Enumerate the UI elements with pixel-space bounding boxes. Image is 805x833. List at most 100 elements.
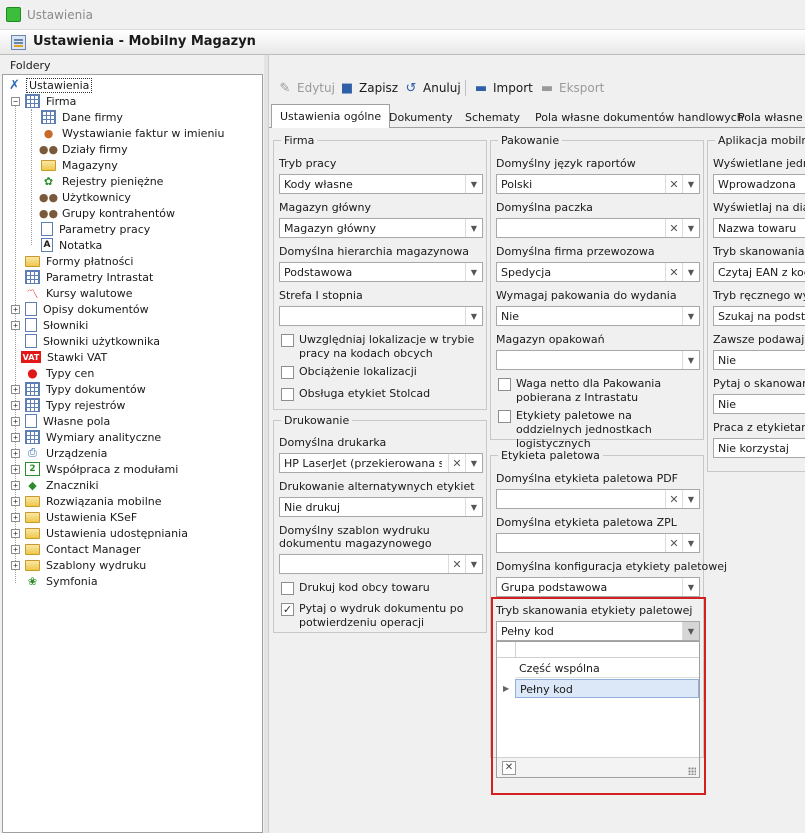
tree-item-symfonia[interactable]: ❀ Symfonia [25, 573, 100, 589]
chevron-down-icon[interactable]: ▼ [682, 490, 699, 508]
tab-pola-wlasne-d[interactable]: Pola własne d [730, 106, 805, 128]
chevron-down-icon[interactable]: ▼ [465, 307, 482, 325]
tree-item-opisy-dokumentow[interactable]: + Opisy dokumentów [11, 301, 151, 317]
folders-tree[interactable]: ✗ Ustawienia − Firma Dane firmy ● Wystaw… [2, 74, 263, 833]
clear-icon[interactable]: ✕ [448, 454, 465, 472]
tree-item-stawki-vat[interactable]: VAT Stawki VAT [21, 349, 109, 365]
clear-icon[interactable]: ✕ [665, 490, 682, 508]
collapse-icon[interactable]: − [11, 96, 20, 106]
clear-icon[interactable]: ✕ [665, 263, 682, 281]
expand-icon[interactable]: + [11, 480, 20, 490]
chevron-down-icon[interactable]: ▼ [465, 219, 482, 237]
tree-item-wlasne-pola[interactable]: + Własne pola [11, 413, 112, 429]
clear-icon[interactable]: ✕ [665, 219, 682, 237]
tree-item-wymiary-analityczne[interactable]: + Wymiary analityczne [11, 429, 163, 445]
clear-icon[interactable]: ✕ [665, 534, 682, 552]
chevron-down-icon[interactable]: ▼ [682, 219, 699, 237]
tree-item-contact-manager[interactable]: + Contact Manager [11, 541, 143, 557]
tree-item-grupy-kontrahentow[interactable]: ●● Grupy kontrahentów [39, 205, 177, 221]
tree-item-parametry-intrastat[interactable]: Parametry Intrastat [25, 269, 155, 285]
chevron-down-icon[interactable]: ▼ [465, 263, 482, 281]
tryb-skanowania-kodu-combo[interactable]: Czytaj EAN z kodu [713, 262, 805, 282]
tree-item-slowniki[interactable]: + Słowniki [11, 317, 90, 333]
tree-item-urzadzenia[interactable]: + ⎙ Urządzenia [11, 445, 109, 461]
expand-icon[interactable]: + [11, 464, 20, 474]
checkmark-icon[interactable]: ✓ [281, 603, 294, 616]
tab-ustawienia-ogolne[interactable]: Ustawienia ogólne [271, 104, 391, 129]
etykieta-zpl-combo[interactable]: ✕ ▼ [496, 533, 700, 553]
tree-item-dane-firmy[interactable]: Dane firmy [41, 109, 125, 125]
expand-icon[interactable]: + [11, 528, 20, 538]
chevron-down-icon[interactable]: ▼ [682, 578, 699, 596]
kod-obcy-checkbox[interactable]: Drukuj kod obcy towaru [281, 581, 481, 595]
expand-icon[interactable]: + [11, 512, 20, 522]
tree-item-dzialy-firmy[interactable]: ●● Działy firmy [39, 141, 130, 157]
tryb-recznego-wyszukiwania-combo[interactable]: Szukaj na podstaw [713, 306, 805, 326]
cancel-button[interactable]: ↺ Anuluj [403, 79, 461, 97]
tree-item-ustawienia-udostepniania[interactable]: + Ustawienia udostępniania [11, 525, 190, 541]
tree-item-wspolpraca[interactable]: + 2 Współpraca z modułami [11, 461, 180, 477]
chevron-down-icon[interactable]: ▼ [682, 351, 699, 369]
firma-przewozowa-combo[interactable]: Spedycja ✕ ▼ [496, 262, 700, 282]
stolcad-checkbox[interactable]: Obsługa etykiet Stolcad [281, 387, 481, 401]
tree-item-typy-rejestrow[interactable]: + Typy rejestrów [11, 397, 127, 413]
import-button[interactable]: ▬ Import [473, 79, 533, 97]
tree-item-rejestry-pieniezne[interactable]: ✿ Rejestry pieniężne [41, 173, 165, 189]
expand-icon[interactable]: + [11, 384, 20, 394]
chevron-down-icon[interactable]: ▼ [465, 555, 482, 573]
tree-item-typy-cen[interactable]: ● Typy cen [25, 365, 96, 381]
clear-icon[interactable]: ✕ [448, 555, 465, 573]
drukarka-combo[interactable]: HP LaserJet (przekierowana ses... ✕ ▼ [279, 453, 483, 473]
chevron-down-icon[interactable]: ▼ [682, 534, 699, 552]
expand-icon[interactable]: + [11, 544, 20, 554]
waga-netto-checkbox[interactable]: Waga netto dla Pakowania pobierana z Int… [498, 377, 700, 405]
expand-icon[interactable]: + [11, 448, 20, 458]
wyswietlaj-dialog-combo[interactable]: Nazwa towaru [713, 218, 805, 238]
obciazenie-checkbox[interactable]: Obciążenie lokalizacji [281, 365, 481, 379]
tree-item-parametry-pracy[interactable]: Parametry pracy [41, 221, 152, 237]
magazyn-glowny-combo[interactable]: Magazyn główny ▼ [279, 218, 483, 238]
magazyn-opakowan-combo[interactable]: ▼ [496, 350, 700, 370]
hierarchia-combo[interactable]: Podstawowa ▼ [279, 262, 483, 282]
wymagaj-pakowania-combo[interactable]: Nie ▼ [496, 306, 700, 326]
save-button[interactable]: ■ Zapisz [339, 79, 398, 97]
tree-item-notatka[interactable]: A Notatka [41, 237, 104, 253]
konfiguracja-etykiety-combo[interactable]: Grupa podstawowa ▼ [496, 577, 700, 597]
chevron-down-icon[interactable]: ▼ [682, 263, 699, 281]
expand-icon[interactable]: + [11, 416, 20, 426]
tryb-pracy-combo[interactable]: Kody własne ▼ [279, 174, 483, 194]
praca-z-etykietami-combo[interactable]: Nie korzystaj [713, 438, 805, 458]
tree-item-rozwiazania-mobilne[interactable]: + Rozwiązania mobilne [11, 493, 164, 509]
lokalizacje-checkbox[interactable]: Uwzględniaj lokalizacje w trybie pracy n… [281, 333, 481, 361]
chevron-down-icon[interactable]: ▼ [682, 175, 699, 193]
expand-icon[interactable]: + [11, 400, 20, 410]
expand-icon[interactable]: + [11, 560, 20, 570]
tree-item-szablony-wydruku[interactable]: + Szablony wydruku [11, 557, 148, 573]
tree-item-formy-platnosci[interactable]: Formy płatności [25, 253, 135, 269]
tab-pola-wlasne-dokumentow[interactable]: Pola własne dokumentów handlowych [527, 106, 752, 128]
tree-item-ustawienia-ksef[interactable]: + Ustawienia KSeF [11, 509, 139, 525]
tree-item-kursy-walutowe[interactable]: 〽 Kursy walutowe [25, 285, 134, 301]
edit-button[interactable]: ✎ Edytuj [277, 79, 335, 97]
clear-icon[interactable]: ✕ [665, 175, 682, 193]
tree-item-slowniki-uzytkownika[interactable]: Słowniki użytkownika [25, 333, 162, 349]
etykiety-paletowe-checkbox[interactable]: Etykiety paletowe na oddzielnych jednost… [498, 409, 700, 451]
strefa-combo[interactable]: ▼ [279, 306, 483, 326]
tree-item-znaczniki[interactable]: + ◆ Znaczniki [11, 477, 101, 493]
alternatywne-combo[interactable]: Nie drukuj ▼ [279, 497, 483, 517]
pytaj-wydruk-checkbox[interactable]: ✓ Pytaj o wydruk dokumentu po potwierdze… [281, 602, 481, 630]
tab-schematy[interactable]: Schematy [457, 106, 528, 128]
expand-icon[interactable]: + [11, 320, 20, 330]
chevron-down-icon[interactable]: ▼ [465, 454, 482, 472]
expand-icon[interactable]: + [11, 496, 20, 506]
tree-item-magazyny[interactable]: Magazyny [41, 157, 120, 173]
etykieta-pdf-combo[interactable]: ✕ ▼ [496, 489, 700, 509]
tree-item-uzytkownicy[interactable]: ●● Użytkownicy [39, 189, 133, 205]
pytaj-o-skanowanie-combo[interactable]: Nie [713, 394, 805, 414]
chevron-down-icon[interactable]: ▼ [682, 307, 699, 325]
jezyk-combo[interactable]: Polski ✕ ▼ [496, 174, 700, 194]
tree-item-ustawienia[interactable]: ✗ Ustawienia [7, 77, 93, 93]
expand-icon[interactable]: + [11, 304, 20, 314]
tree-item-typy-dokumentow[interactable]: + Typy dokumentów [11, 381, 148, 397]
chevron-down-icon[interactable]: ▼ [465, 175, 482, 193]
